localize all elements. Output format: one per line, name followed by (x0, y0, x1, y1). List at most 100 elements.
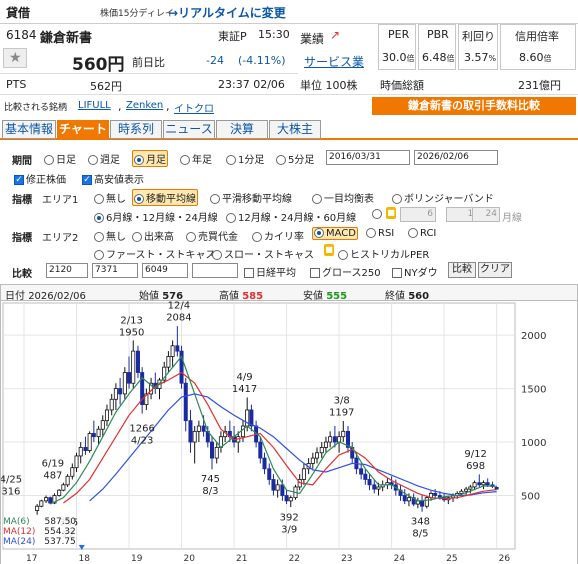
fee-comparison-link[interactable]: 鎌倉新書の取引手数料比較 (372, 97, 576, 115)
area2-fast-stoch[interactable]: ファースト・ストキャス (94, 246, 216, 261)
area1-ema[interactable]: 平滑移動平均線 (210, 190, 292, 205)
candle-body (166, 356, 171, 368)
date-from-input[interactable]: 2016/03/31 (326, 150, 410, 165)
y-tick-label: 1500 (521, 385, 546, 396)
area2-volume[interactable]: 出来高 (132, 228, 174, 243)
ma-custom-1: 6 (400, 207, 436, 222)
market-label: 東証P (218, 30, 247, 43)
candle-body (127, 372, 132, 384)
candle-body (87, 433, 92, 451)
gyoseki-box[interactable]: 業績 ↗ (298, 24, 370, 48)
compare-button[interactable]: 比較 (448, 262, 476, 278)
candle-body (323, 441, 328, 448)
chart-settings: 期間 日足 週足 月足 年足 1分足 5分足 2016/03/31 2026/0… (0, 146, 578, 282)
period-month[interactable]: 月足 (132, 150, 168, 167)
period-week[interactable]: 週足 (88, 151, 120, 166)
area1-ichimoku[interactable]: 一目均衡表 (312, 190, 374, 205)
candle-body (485, 482, 490, 486)
area1-bollinger[interactable]: ボリンジャーバンド (392, 190, 494, 205)
margin-type-label: 貸借 (6, 6, 31, 20)
period-year[interactable]: 年足 (180, 151, 212, 166)
metric-label: PER (388, 28, 410, 41)
candle-body (214, 446, 219, 459)
candle-body (359, 468, 364, 475)
area2-rsi[interactable]: RSI (366, 228, 394, 239)
candle-body (310, 457, 315, 464)
period-label: 期間 (12, 156, 32, 167)
period-day[interactable]: 日足 (44, 151, 76, 166)
area2-hist-per[interactable]: ヒストリカルPER (338, 246, 429, 261)
adjust-price-check[interactable]: ✓ 修正株価 (14, 171, 66, 186)
ma-set-6-12-24[interactable]: 6月線・12月線・24月線 (94, 209, 218, 224)
area1-ma[interactable]: 移動平均線 (132, 189, 198, 206)
market-cap-value: 231億円 (518, 79, 561, 92)
period-5min[interactable]: 5分足 (276, 151, 314, 166)
compare-link-itokuro[interactable]: イトクロ (174, 100, 214, 115)
tab-basic-info[interactable]: 基本情報 (2, 120, 56, 139)
pts-row: PTS 562円 23:37 02/06 (0, 73, 298, 93)
x-tick-label: 22 (289, 554, 300, 564)
area2-none[interactable]: 無し (94, 228, 126, 243)
x-tick-label: 26 (499, 554, 511, 564)
compare-link-zenken[interactable]: Zenken (126, 100, 163, 111)
candle-body (284, 495, 289, 502)
candle-body (35, 505, 40, 511)
candle-body (183, 382, 188, 422)
price-time: 15:30 (258, 28, 290, 41)
clear-button[interactable]: クリア (478, 262, 512, 278)
compare-link-lifull[interactable]: LIFULL (78, 100, 111, 111)
candle-body (91, 433, 96, 438)
candle-body (341, 430, 346, 438)
nydow-check[interactable]: NYダウ (392, 264, 438, 279)
compare-form-label: 比較 (12, 269, 32, 280)
candle-body (39, 500, 44, 507)
metric-label: 利回り (462, 30, 495, 43)
compare-row: 比較される銘柄 LIFULL , Zenken , イトクロ 鎌倉新書の取引手数… (0, 94, 578, 116)
period-1min[interactable]: 1分足 (226, 151, 264, 166)
highlow-check[interactable]: ✓ 高安値表示 (82, 171, 144, 186)
compare-code-4[interactable] (192, 263, 238, 278)
price-change-pct: (-4.11%) (238, 54, 286, 67)
candle-body (271, 479, 276, 491)
area2-rci[interactable]: RCI (408, 228, 436, 239)
compare-code-3[interactable]: 6049 (142, 263, 188, 278)
compare-code-1[interactable]: 2120 (46, 263, 88, 278)
delay-note: 株価15分ディレイ (100, 9, 174, 19)
market-cap-row: 時価総額 231億円 (378, 73, 578, 93)
candle-body (192, 430, 197, 443)
tab-earnings[interactable]: 決算 (216, 120, 268, 139)
compare-code-2[interactable]: 7371 (92, 263, 138, 278)
tab-chart[interactable]: チャート (57, 120, 109, 139)
price-chart[interactable]: 500 1000 1500 2000 17 18 19 20 21 22 23 24 25 26 4/25 3… (0, 300, 578, 564)
growth250-check[interactable]: グロース250 (310, 264, 381, 279)
candle-body (70, 467, 75, 477)
ohlc-date: 日付 2026/02/06 (5, 291, 86, 302)
area2-deviation[interactable]: カイリ率 (252, 228, 304, 243)
tab-shareholders[interactable]: 大株主 (269, 120, 321, 139)
annotation-label: 4/25 (1, 475, 22, 486)
area2-macd[interactable]: MACD (312, 227, 358, 240)
sector-link[interactable]: サービス業 (304, 53, 364, 70)
candle-body (44, 497, 49, 502)
tab-bar: 基本情報 チャート 時系列 ニュース 決算 大株主 (0, 118, 578, 140)
area1-none[interactable]: 無し (94, 190, 126, 205)
pts-time: 23:37 02/06 (218, 78, 285, 91)
area2-turnover[interactable]: 売買代金 (186, 228, 238, 243)
area2-slow-stoch[interactable]: スロー・ストキャス (212, 246, 314, 261)
date-to-input[interactable]: 2026/02/06 (414, 150, 498, 165)
tab-news[interactable]: ニュース (163, 120, 215, 139)
metric-label: 信用倍率 (515, 30, 559, 43)
tab-timeseries[interactable]: 時系列 (110, 120, 162, 139)
unit-box: 単位 100株 (298, 73, 372, 93)
candle-body (464, 488, 469, 492)
candle-body (74, 455, 79, 469)
sector-box[interactable]: サービス業 (298, 50, 370, 70)
realtime-link[interactable]: →リアルタイムに変更 (168, 4, 286, 21)
ma-set-12-24-60[interactable]: 12月線・24月線・60月線 (226, 209, 356, 224)
candle-body (472, 482, 477, 488)
trading-unit: 単位 100株 (300, 79, 358, 92)
nikkei-check[interactable]: 日経平均 (244, 264, 296, 279)
ma-custom-radio[interactable] (372, 209, 384, 220)
annotation-label: 1266 (129, 424, 154, 435)
favorite-button[interactable]: ★ (3, 48, 27, 68)
